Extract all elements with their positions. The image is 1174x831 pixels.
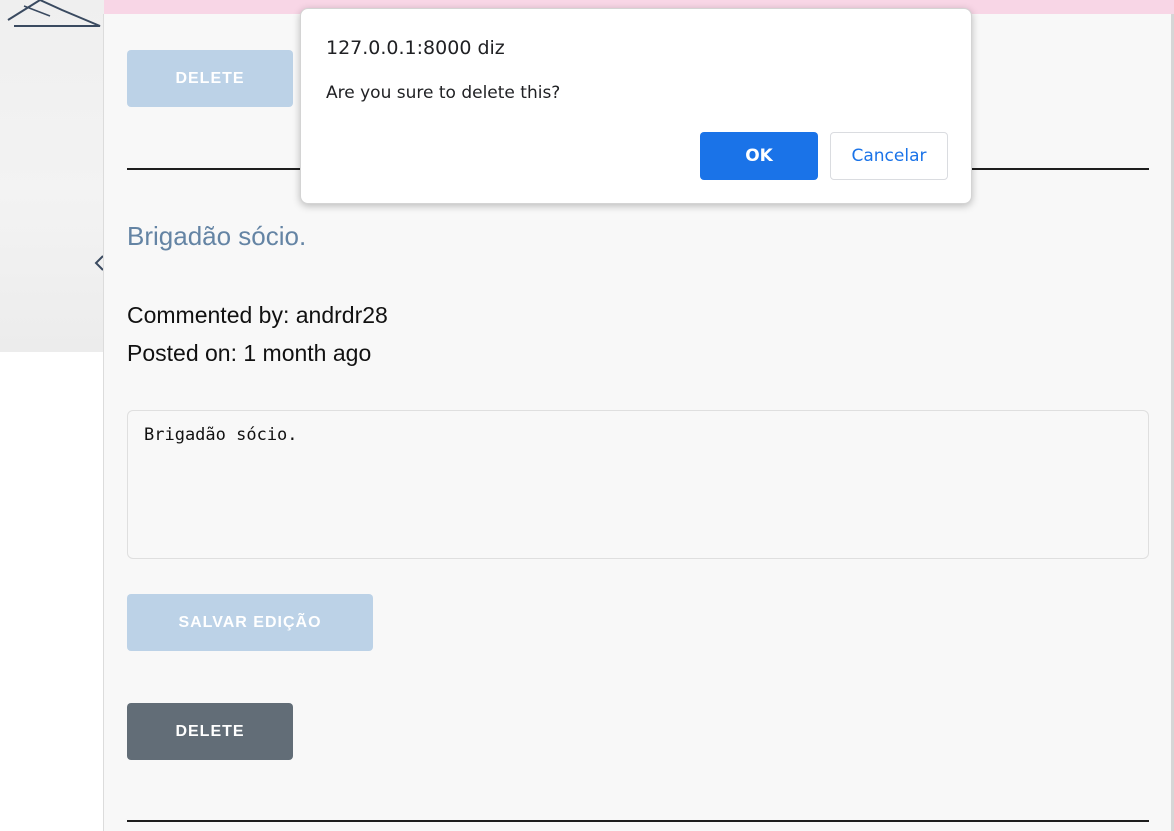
comment-title: Brigadão sócio. [127,221,307,251]
confirm-dialog: 127.0.0.1:8000 diz Are you sure to delet… [300,8,972,204]
comment-edit-field[interactable]: Brigadão sócio. [127,410,1149,559]
comment-divider [127,820,1149,822]
save-edit-button[interactable]: SALVAR EDIÇÃO [127,594,373,651]
comment-posted-date: Posted on: 1 month ago [127,340,372,366]
delete-button[interactable]: DELETE [127,703,293,760]
cancel-button[interactable]: Cancelar [830,132,948,180]
comment-author: Commented by: andrdr28 [127,302,388,328]
side-illustration [0,0,104,352]
delete-button-previous-comment[interactable]: DELETE [127,50,293,107]
dialog-message: Are you sure to delete this? [326,83,561,103]
ok-button[interactable]: OK [700,132,818,180]
dialog-origin: 127.0.0.1:8000 diz [326,37,505,59]
